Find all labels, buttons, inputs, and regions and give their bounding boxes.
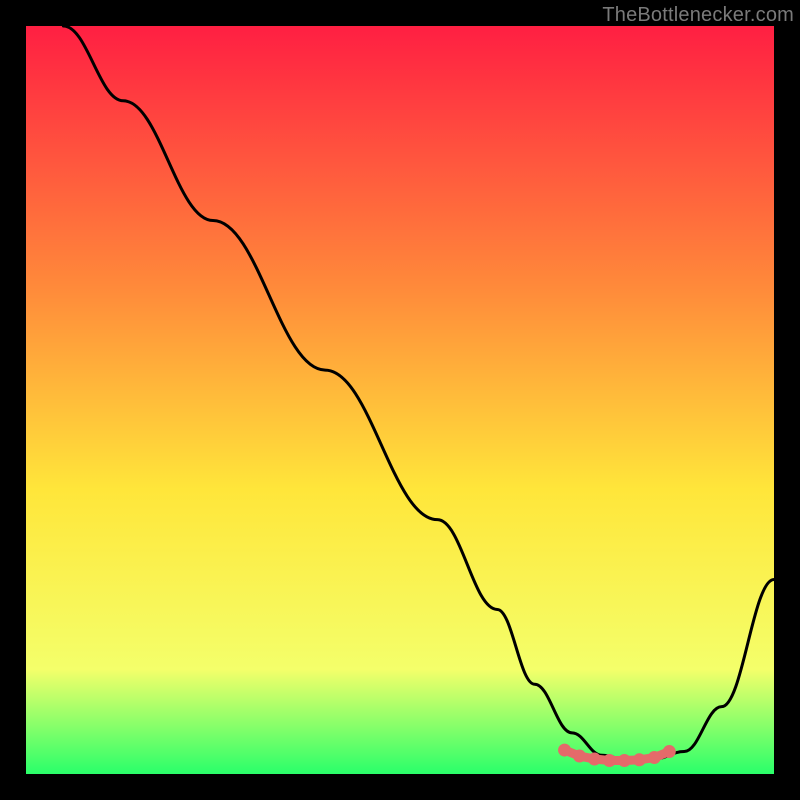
marker-dot bbox=[558, 744, 571, 757]
marker-dot bbox=[573, 750, 586, 763]
chart-frame bbox=[26, 26, 774, 774]
marker-dot bbox=[618, 754, 631, 767]
marker-dot bbox=[648, 751, 661, 764]
marker-dot bbox=[633, 753, 646, 766]
gradient-background bbox=[26, 26, 774, 774]
marker-dot bbox=[588, 753, 601, 766]
marker-dot bbox=[663, 745, 676, 758]
watermark-text: TheBottlenecker.com bbox=[602, 4, 794, 27]
marker-dot bbox=[603, 754, 616, 767]
bottleneck-chart bbox=[26, 26, 774, 774]
